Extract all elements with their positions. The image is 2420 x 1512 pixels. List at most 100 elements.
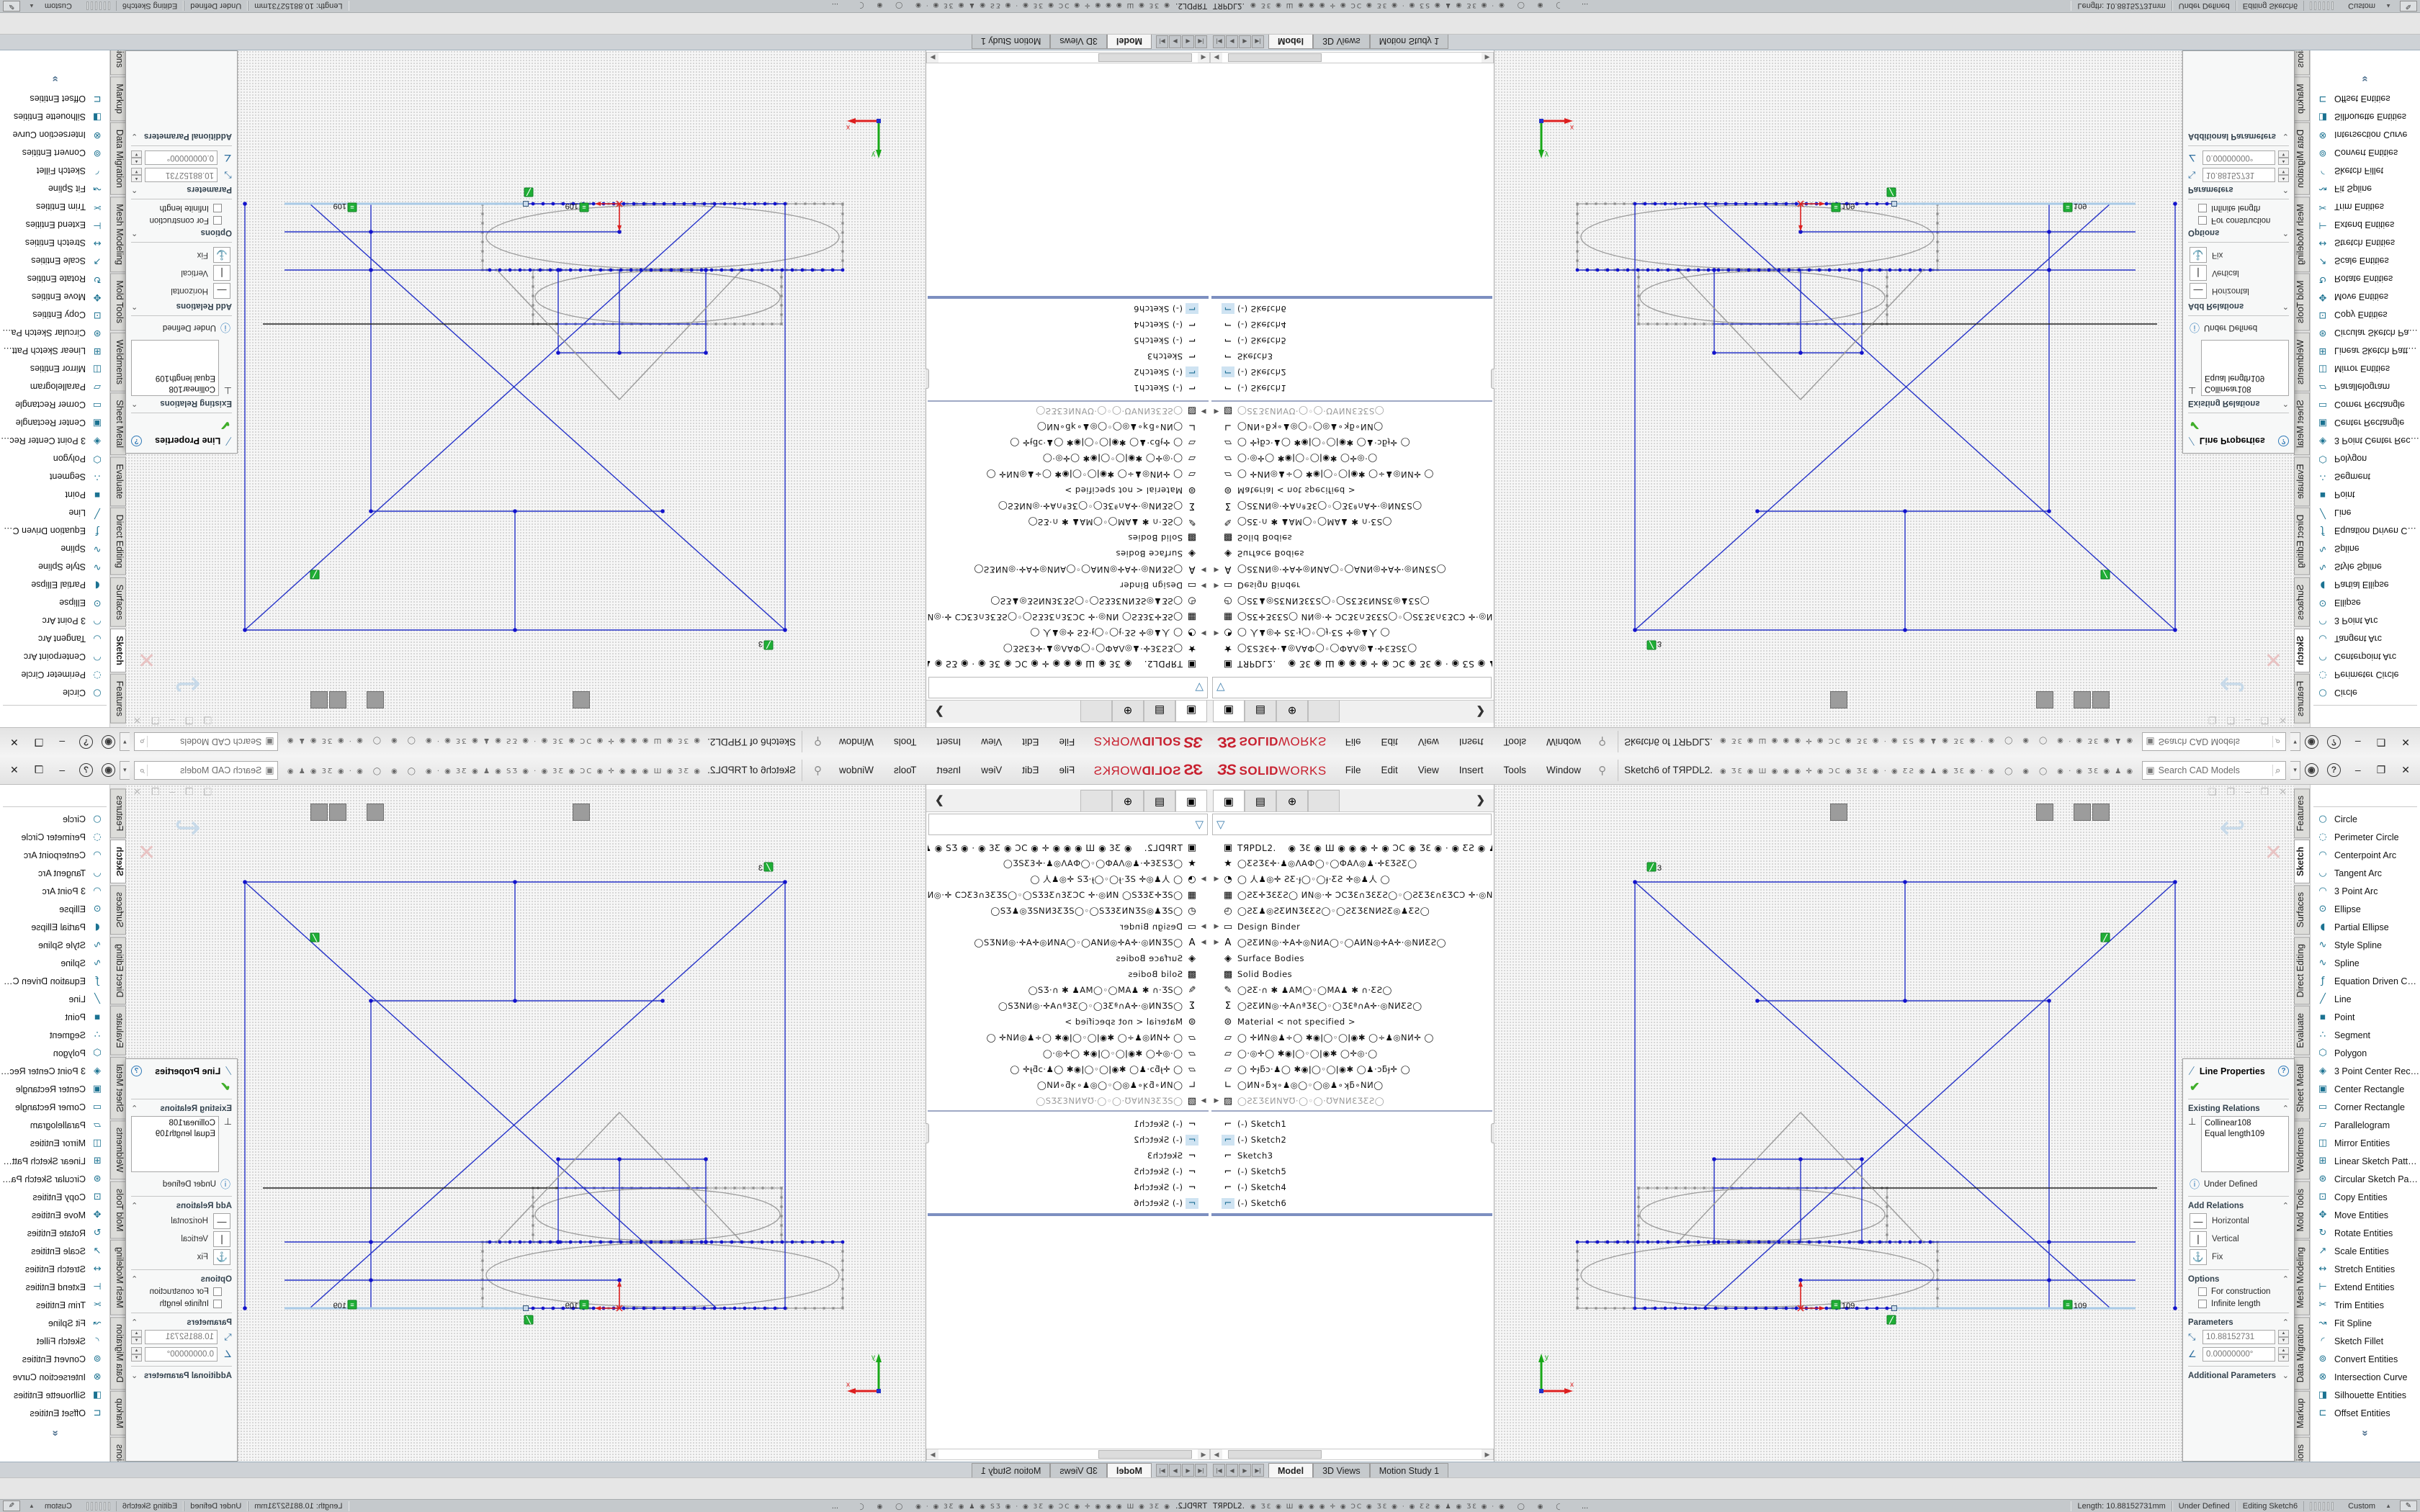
sketch-tool-item[interactable]: ✥ Move Entities	[0, 1206, 109, 1224]
tab-nav-button[interactable]: ▶	[1169, 1464, 1181, 1477]
expand-arrow-icon[interactable]: ▶	[1211, 1097, 1222, 1104]
search-input[interactable]: ▣ Search CAD Models ⌕	[134, 733, 278, 752]
tree-row[interactable]: ▱ ◯·◎✛◯ ✱◉ǀ◯◦◯ǀ◉✱ ◯✛◎·◯	[928, 451, 1209, 467]
ok-checkmark-button[interactable]: ✔	[131, 1080, 230, 1094]
view-toolbar-icon[interactable]	[2111, 804, 2128, 821]
view-toolbar-icon[interactable]	[853, 691, 871, 708]
view-toolbar-icon[interactable]	[1624, 804, 1641, 821]
sketch-tool-item[interactable]: ⊗ Intersection Curve	[0, 126, 109, 144]
tree-row[interactable]: ⌐ (-) Sketch4	[928, 1179, 1209, 1195]
commandmanager-tab[interactable]: Evaluate	[110, 456, 126, 506]
tree-row[interactable]: ⌐ Sketch3	[1211, 348, 1492, 364]
expand-arrow-icon[interactable]: ▶	[1211, 629, 1222, 636]
child-window-button[interactable]: ✕	[2279, 714, 2287, 726]
sketch-tool-item[interactable]: ⊢ Extend Entities	[0, 216, 109, 234]
checkbox-box[interactable]	[2198, 1300, 2207, 1308]
graphics-area[interactable]: xy=109=109╱╱3╱ ❏❐–❐✕ ↩ ✕	[1494, 50, 2294, 727]
view-toolbar-icon[interactable]	[1980, 691, 1997, 708]
help-icon[interactable]: ?	[2278, 436, 2289, 446]
scroll-right-icon[interactable]: ▶	[927, 54, 938, 62]
add-relation-button[interactable]: ❘ Vertical	[2190, 1231, 2289, 1247]
sketch-tool-item[interactable]: ⊙ Ellipse	[2311, 900, 2420, 918]
sketch-tool-item[interactable]: ◜ Sketch Fillet	[0, 1332, 109, 1350]
sketch-tool-item[interactable]: ▱ Parallelogram	[2311, 378, 2420, 396]
tree-row[interactable]: Σ ◯ƧƸИN◎·✛А∩ªƷƐ◯◦◯ƷƐª∩А✛·◎NИƸƧ◯	[928, 498, 1209, 514]
view-toolbar-icon[interactable]	[2017, 691, 2035, 708]
document-tab[interactable]: Motion Study 1	[1370, 1463, 1448, 1477]
add-relation-button[interactable]: ⚓ Fix	[2190, 1249, 2289, 1265]
view-toolbar-icon[interactable]	[1605, 804, 1623, 821]
expand-arrow-icon[interactable]: ▶	[1211, 566, 1222, 573]
search-icon[interactable]: ⌕	[2272, 765, 2282, 776]
sketch-tool-item[interactable]: ⊞ Linear Sketch Pattern	[0, 1152, 109, 1170]
sketch-tool-item[interactable]: ◠ 3 Point Arc	[0, 612, 109, 630]
menu-item[interactable]: Edit	[1013, 762, 1047, 778]
collapse-icon[interactable]: ⌃	[2282, 1201, 2289, 1210]
parameter-value-input[interactable]: 0.00000000°	[2202, 150, 2275, 165]
featuremanager-tab[interactable]	[1080, 701, 1112, 722]
collapse-icon[interactable]: ⌃	[2282, 302, 2289, 311]
spin-down-button[interactable]: ▼	[2278, 168, 2289, 175]
sketch-tool-item[interactable]: ▣ Center Rectangle	[0, 1080, 109, 1098]
collapse-icon[interactable]: ⌃	[131, 185, 138, 194]
sketch-tool-item[interactable]: ◫ Mirror Entities	[2311, 360, 2420, 378]
menu-item[interactable]: Window	[830, 762, 882, 778]
sketch-tool-item[interactable]: ◠ 3 Point Arc	[0, 882, 109, 900]
sketch-tool-item[interactable]: ⊙ Ellipse	[0, 594, 109, 612]
menu-item[interactable]: Insert	[1451, 734, 1492, 750]
sketch-tool-item[interactable]: ∿ Style Spline	[0, 558, 109, 576]
sketch-tool-item[interactable]: ↝ Fit Spline	[0, 180, 109, 198]
tree-row[interactable]: ⌐ Sketch3	[928, 1148, 1209, 1164]
view-toolbar-icon[interactable]	[535, 691, 552, 708]
sketch-tool-item[interactable]: ⊚ Convert Entities	[0, 1350, 109, 1368]
sketch-tool-item[interactable]: ✥ Move Entities	[0, 288, 109, 306]
view-toolbar-icon[interactable]	[816, 804, 833, 821]
scroll-left-icon[interactable]: ◀	[1211, 1451, 1222, 1459]
add-relation-button[interactable]: — Horizontal	[131, 283, 230, 299]
view-toolbar-icon[interactable]	[797, 804, 815, 821]
sketch-tool-item[interactable]: ◫ Mirror Entities	[0, 360, 109, 378]
checkbox-box[interactable]	[2198, 1287, 2207, 1296]
tree-row[interactable]	[1211, 293, 1492, 299]
commandmanager-tab[interactable]: Markup	[110, 76, 126, 121]
tree-row[interactable]: ◈ Surface Bodies	[1211, 546, 1492, 562]
sketch-tool-item[interactable]: ✂ Trim Entities	[0, 198, 109, 216]
document-tab[interactable]: 3D Views	[1313, 1463, 1370, 1477]
sketch-tool-item[interactable]: ↗ Scale Entities	[2311, 1242, 2420, 1260]
tree-row[interactable]: ▦ ◯ƧƸ✛ƷƐƸƧ◯ ИN◎·✛ ƆCƷƐ∩ƷƐƸƧ◯◦◯ƧƸƷƐ∩ƐƷCƆ …	[1211, 609, 1492, 625]
help-icon[interactable]: ?	[131, 436, 142, 446]
tree-row[interactable]: Σ ◯ƧƸИN◎·✛А∩ªƷƐ◯◦◯ƷƐª∩А✛·◎NИƸƧ◯	[1211, 498, 1492, 514]
menu-item[interactable]: File	[1337, 734, 1370, 750]
commandmanager-tab[interactable]: Sheet Metal	[2294, 1057, 2310, 1120]
option-checkbox[interactable]: For construction	[2198, 1287, 2289, 1296]
view-toolbar-icon[interactable]	[1924, 691, 1941, 708]
tree-row[interactable]: ◈ Surface Bodies	[1211, 950, 1492, 966]
tree-row[interactable]: ▶ ▨ ◯ƧƸƷƐИN∀Ʊ·◯◦◯·Ʊ∀NИƐƷƸƧ◯	[928, 1093, 1209, 1109]
status-custom-dropdown[interactable]: Custom ▲	[2339, 1502, 2400, 1511]
tree-row[interactable]: ⌐ (-) Sketch6	[1211, 301, 1492, 317]
view-toolbar-icon[interactable]	[779, 804, 796, 821]
view-toolbar-icon[interactable]	[1830, 691, 1847, 708]
tree-row[interactable]: ⌐ (-) Sketch1	[1211, 1116, 1492, 1132]
spin-up-button[interactable]: ▲	[2278, 158, 2289, 165]
view-toolbar-icon[interactable]	[1774, 804, 1791, 821]
sketch-tool-item[interactable]: ⊢ Extend Entities	[2311, 216, 2420, 234]
search-dropdown[interactable]: ▾	[120, 761, 130, 780]
spin-up-button[interactable]: ▲	[131, 175, 142, 182]
commandmanager-tab[interactable]: Features	[2294, 674, 2310, 724]
scrollbar-thumb[interactable]	[1098, 1450, 1192, 1459]
commandmanager-tab[interactable]: Direct Editing	[2294, 508, 2310, 575]
sketch-tool-item[interactable]: ✂ Trim Entities	[2311, 198, 2420, 216]
view-toolbar-icon[interactable]	[516, 691, 534, 708]
view-toolbar-icon[interactable]	[1961, 804, 1978, 821]
tree-row[interactable]: ⌐ Sketch3	[1211, 1148, 1492, 1164]
sketch-tool-item[interactable]: ƒ Equation Driven Curve	[0, 522, 109, 540]
view-toolbar-icon[interactable]	[1699, 691, 1716, 708]
collapse-icon[interactable]: ⌃	[131, 1104, 138, 1113]
relations-listbox[interactable]: Collinear108Equal length109	[131, 340, 219, 396]
tree-row[interactable]: ▱ ◯ ✛ИN◎♟÷◯ ✱◉ǀ◯◦◯ǀ◉✱ ◯÷♟◎NИ✛ ◯	[1211, 1030, 1492, 1045]
collapse-icon[interactable]: ⌃	[2282, 1318, 2289, 1327]
tree-row[interactable]: ∟ ◯ИN∘ƃʞ∘♟◎◯◦◯◎♟∘ʞƃ∘NИ◯	[1211, 1077, 1492, 1093]
view-toolbar-icon[interactable]	[1718, 691, 1735, 708]
sketch-tool-item[interactable]: ↝ Fit Spline	[0, 1314, 109, 1332]
